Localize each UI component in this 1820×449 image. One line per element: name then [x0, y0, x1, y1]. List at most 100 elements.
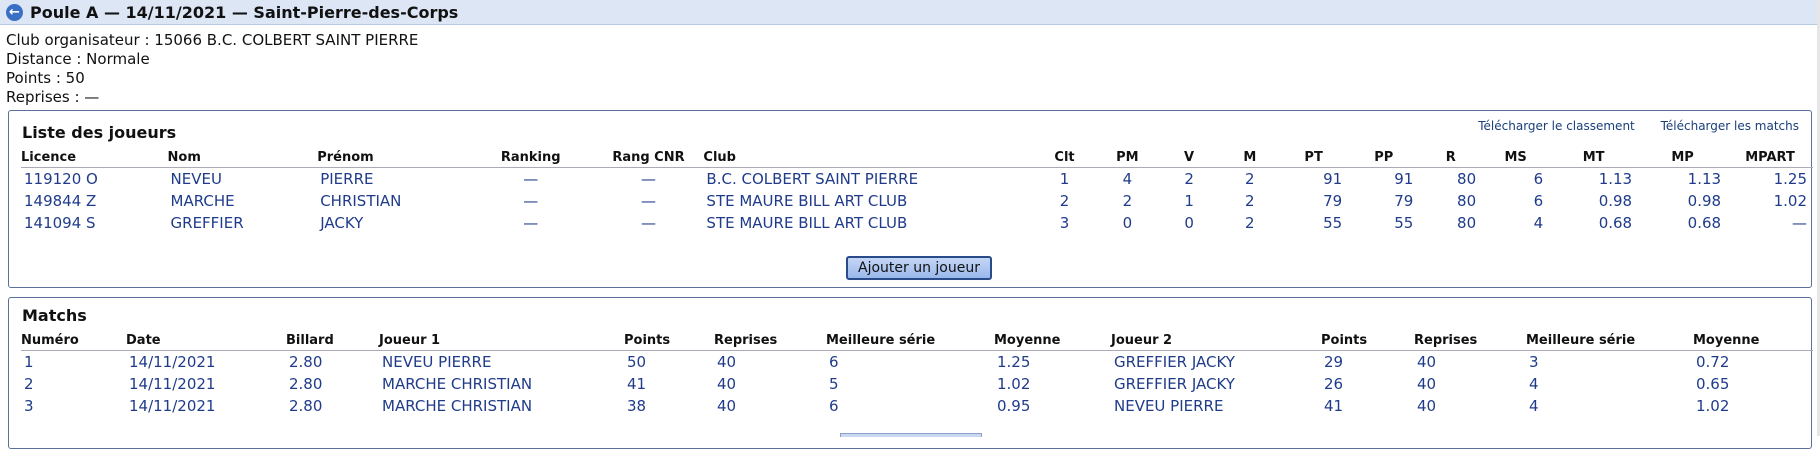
players-cell: 1.13 [1598, 170, 1633, 188]
matches-row[interactable]: 3 14/11/2021 2.80 MARCHE CHRISTIAN 38 40 6 0.95… [21, 395, 1813, 417]
title-bar: ← Poule A — 14/11/2021 — Saint-Pierre-de… [0, 0, 1820, 25]
matches-cell: 40 [717, 397, 737, 415]
players-col-header: MPART [1727, 149, 1813, 168]
players-cell: 0.68 [1598, 214, 1633, 232]
players-cell: 2 [1122, 192, 1133, 210]
players-row[interactable]: 149844 Z MARCHE CHRISTIAN — — STE MAURE BILL … [21, 190, 1813, 212]
page-title: Poule A — 14/11/2021 — Saint-Pierre-des-… [30, 2, 459, 22]
players-cell: 119120 O [24, 170, 98, 188]
players-col-header: Rang CNR [593, 149, 704, 168]
tournament-info: Club organisateur : 15066 B.C. COLBERT S… [0, 25, 1820, 107]
players-cell: 4 [1122, 170, 1133, 188]
players-cell: 91 [1323, 170, 1343, 188]
matches-cell: 4 [1529, 397, 1539, 415]
players-cell: 4 [1533, 214, 1544, 232]
players-col-header: PP [1348, 149, 1420, 168]
players-col-header: R [1419, 149, 1483, 168]
players-col-header: MS [1482, 149, 1550, 168]
players-row[interactable]: 141094 S GREFFIER JACKY — — STE MAURE BILL AR… [21, 212, 1813, 234]
players-cell: — [640, 192, 656, 210]
players-col-header: Ranking [467, 149, 594, 168]
players-cell: 2 [1245, 192, 1255, 210]
players-cell: 2 [1245, 214, 1255, 232]
players-col-header: Licence [21, 149, 168, 168]
matches-col-header: Points [1321, 332, 1414, 351]
players-cell: 3 [1059, 214, 1070, 232]
players-cell: 79 [1394, 192, 1414, 210]
players-cell: 0 [1184, 214, 1194, 232]
players-panel: Liste des joueurs Télécharger le classem… [8, 110, 1813, 288]
matches-cell: 40 [717, 353, 737, 371]
players-col-header: Club [703, 149, 1033, 168]
players-col-header: PT [1279, 149, 1349, 168]
players-cell: PIERRE [320, 170, 374, 188]
matches-cell: 1.25 [997, 353, 1031, 371]
players-cell: 91 [1394, 170, 1414, 188]
players-col-header: MP [1638, 149, 1728, 168]
players-cell: 1.13 [1687, 170, 1722, 188]
players-cell: 1.02 [1773, 192, 1807, 210]
matches-cell: 3 [24, 397, 34, 415]
players-cell: 0.98 [1598, 192, 1633, 210]
matches-cell: 40 [1417, 353, 1437, 371]
matches-row[interactable]: 1 14/11/2021 2.80 NEVEU PIERRE 50 40 6 1.25 GREF… [21, 351, 1813, 374]
matches-col-header: Meilleure série [826, 332, 994, 351]
matches-cell: 40 [1417, 397, 1437, 415]
players-cell: 0.98 [1687, 192, 1722, 210]
download-ranking-link[interactable]: Télécharger le classement [1478, 119, 1635, 133]
players-cell: — [523, 192, 539, 210]
players-cell: 0.68 [1687, 214, 1722, 232]
matches-cell: 2.80 [289, 375, 323, 393]
matches-cell: MARCHE CHRISTIAN [382, 375, 533, 393]
matches-cell: 1.02 [997, 375, 1031, 393]
players-cell: 2 [1059, 192, 1070, 210]
matches-cell: MARCHE CHRISTIAN [382, 397, 533, 415]
reprises: Reprises : — [6, 88, 100, 106]
matches-cell: 40 [717, 375, 737, 393]
organizer-club: Club organisateur : 15066 B.C. COLBERT S… [6, 31, 419, 49]
matches-col-header: Moyenne [994, 332, 1111, 351]
players-table: Licence Nom Prénom Ranking Rang CNR Club Clt PM… [21, 149, 1813, 234]
players-cell: 80 [1457, 170, 1477, 188]
back-arrow-icon[interactable]: ← [6, 3, 23, 21]
matches-cell: 38 [627, 397, 647, 415]
players-col-header: Prénom [317, 149, 468, 168]
players-cell: — [1792, 214, 1807, 232]
scrolled-button-edge[interactable] [840, 433, 982, 437]
matches-cell: 0.72 [1696, 353, 1730, 371]
players-cell: 0 [1122, 214, 1133, 232]
players-cell: — [640, 170, 656, 188]
matches-col-header: Date [126, 332, 286, 351]
players-cell: NEVEU [170, 170, 222, 188]
matches-col-header: Joueur 2 [1111, 332, 1321, 351]
players-cell: B.C. COLBERT SAINT PIERRE [706, 170, 919, 188]
matches-cell: 41 [627, 375, 647, 393]
players-cell: GREFFIER [170, 214, 244, 232]
players-cell: 6 [1533, 170, 1544, 188]
players-cell: 55 [1394, 214, 1414, 232]
players-cell: STE MAURE BILL ART CLUB [706, 214, 908, 232]
players-cell: 2 [1184, 170, 1194, 188]
matches-cell: 5 [829, 375, 839, 393]
matches-col-header: Numéro [21, 332, 126, 351]
add-player-button[interactable]: Ajouter un joueur [846, 256, 992, 280]
distance: Distance : Normale [6, 50, 150, 68]
players-cell: JACKY [320, 214, 364, 232]
players-cell: — [523, 214, 539, 232]
matches-table: Numéro Date Billard Joueur 1 Points Reprises M… [21, 332, 1813, 417]
matches-cell: 2.80 [289, 397, 323, 415]
players-cell: 149844 Z [24, 192, 97, 210]
download-matches-link[interactable]: Télécharger les matchs [1661, 119, 1799, 133]
matches-cell: 41 [1324, 397, 1344, 415]
matches-row[interactable]: 2 14/11/2021 2.80 MARCHE CHRISTIAN 41 40 5 1.02… [21, 373, 1813, 395]
matches-cell: 14/11/2021 [129, 353, 216, 371]
matches-cell: NEVEU PIERRE [382, 353, 492, 371]
players-row[interactable]: 119120 O NEVEU PIERRE — — B.C. COLBERT SAINT … [21, 168, 1813, 191]
players-cell: 6 [1533, 192, 1544, 210]
matches-col-header: Reprises [1414, 332, 1526, 351]
players-header-row: Licence Nom Prénom Ranking Rang CNR Club Clt PM… [21, 149, 1813, 168]
players-col-header: V [1157, 149, 1221, 168]
matches-cell: 6 [829, 353, 839, 371]
matches-col-header: Meilleure série [1526, 332, 1693, 351]
players-cell: 2 [1245, 170, 1255, 188]
